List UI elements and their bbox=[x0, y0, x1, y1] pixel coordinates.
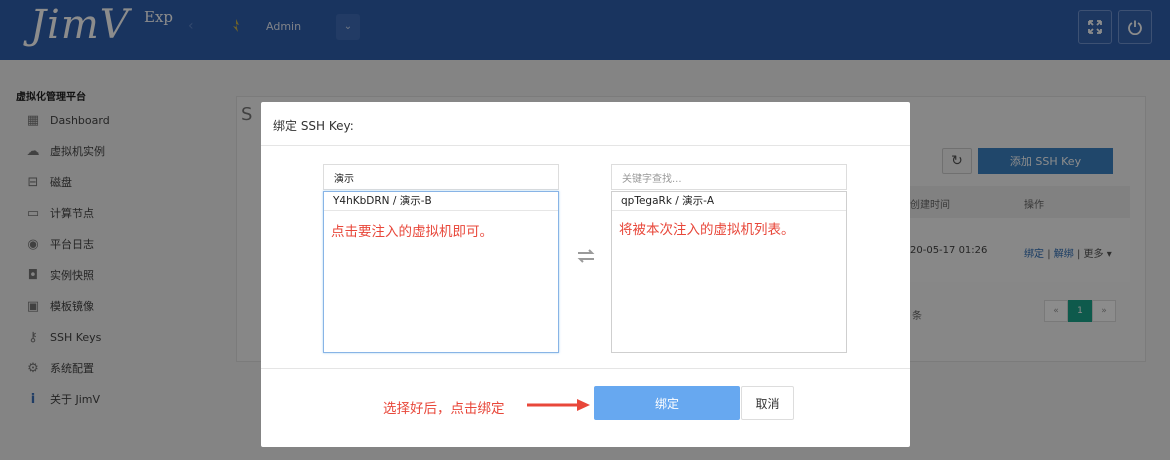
left-filter-input[interactable]: 演示 bbox=[323, 164, 559, 190]
list-item[interactable]: Y4hKbDRN / 演示-B bbox=[324, 192, 558, 211]
footer-annotation: 选择好后，点击绑定 bbox=[383, 401, 505, 417]
red-arrow-right-icon bbox=[527, 399, 590, 411]
cancel-button[interactable]: 取消 bbox=[741, 386, 794, 420]
left-list-annotation: 点击要注入的虚拟机即可。 bbox=[331, 224, 493, 240]
right-list-annotation: 将被本次注入的虚拟机列表。 bbox=[619, 222, 795, 238]
right-filter-input[interactable]: 关键字查找... bbox=[611, 164, 847, 190]
selected-vm-list[interactable]: qpTegaRk / 演示-A bbox=[611, 191, 847, 353]
list-item[interactable]: qpTegaRk / 演示-A bbox=[612, 192, 846, 211]
bind-ssh-key-modal: 绑定 SSH Key: 演示 Y4hKbDRN / 演示-B 点击要注入的虚拟机… bbox=[261, 102, 910, 447]
exchange-icon bbox=[577, 249, 595, 263]
bind-button[interactable]: 绑定 bbox=[594, 386, 740, 420]
available-vm-list[interactable]: Y4hKbDRN / 演示-B bbox=[323, 191, 559, 353]
modal-header: 绑定 SSH Key: bbox=[261, 102, 910, 146]
modal-footer-divider bbox=[261, 368, 910, 369]
modal-title: 绑定 SSH Key: bbox=[273, 119, 354, 133]
